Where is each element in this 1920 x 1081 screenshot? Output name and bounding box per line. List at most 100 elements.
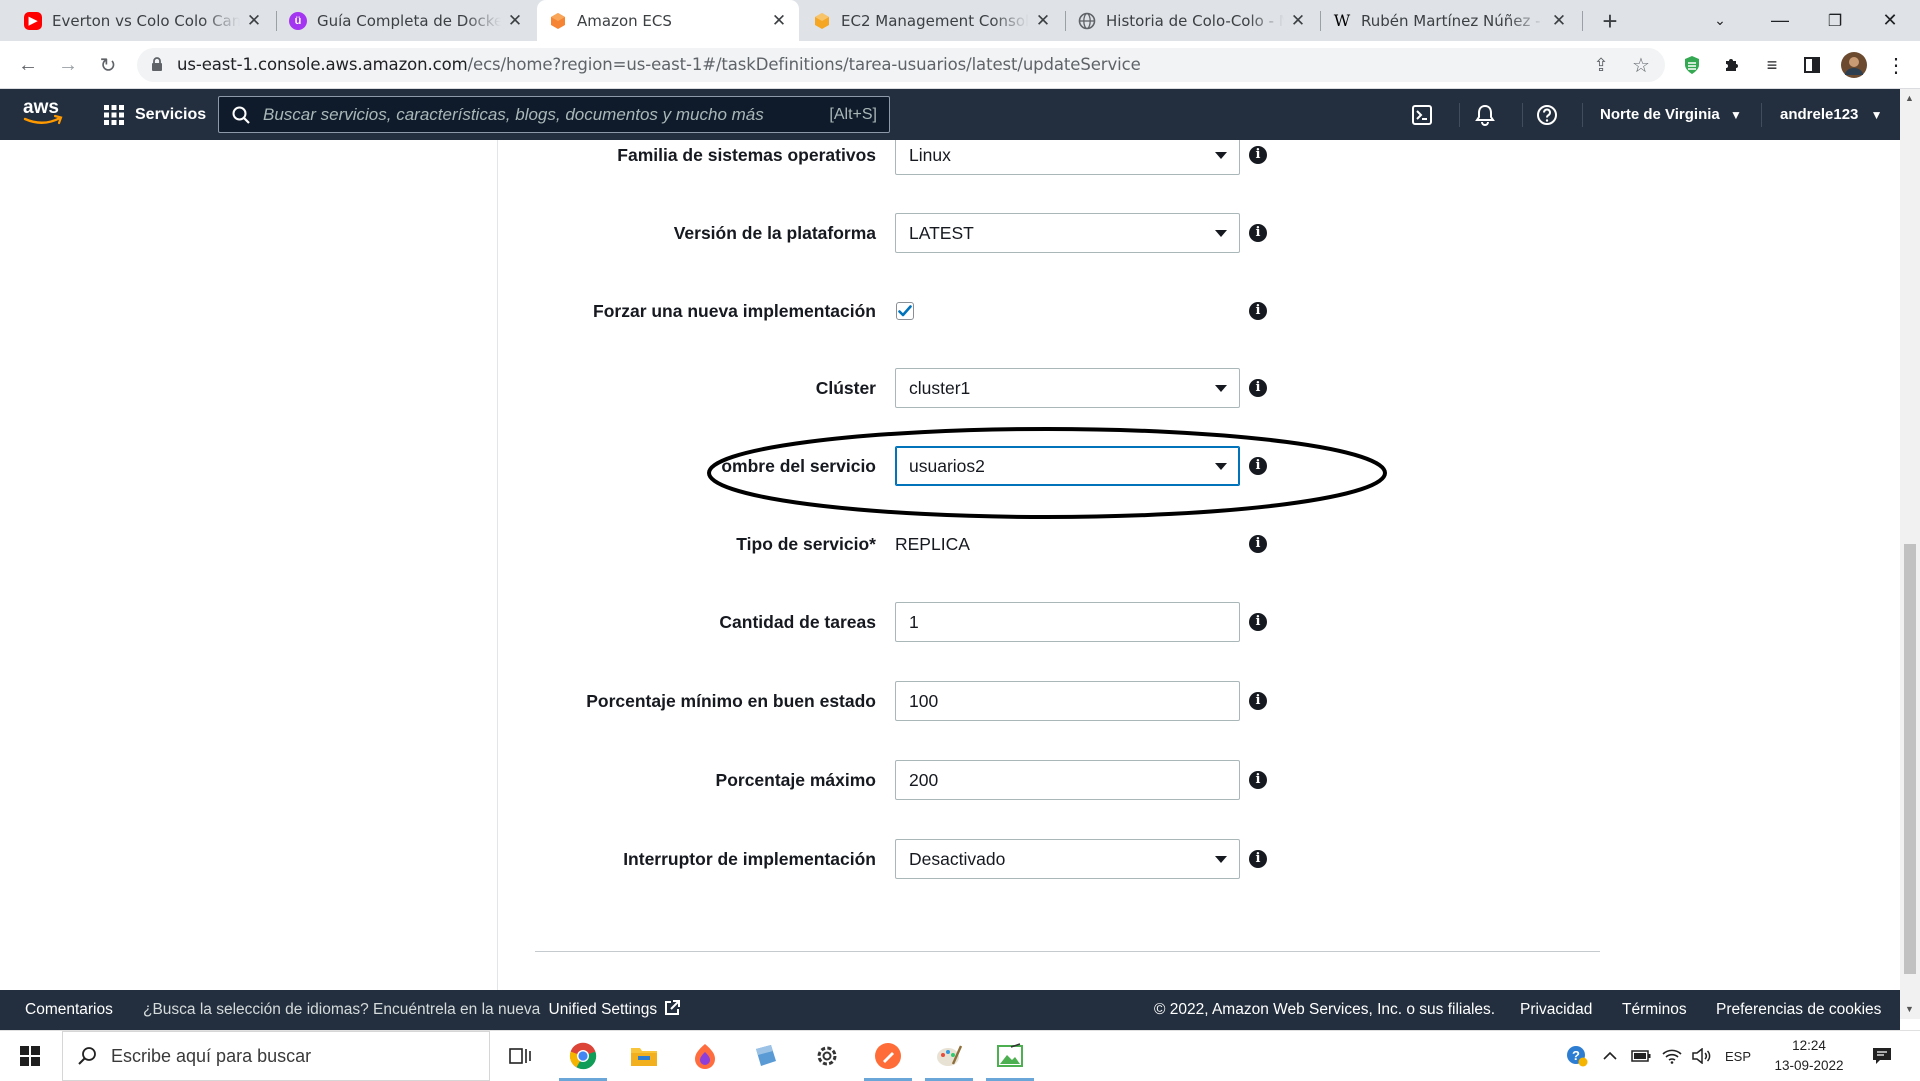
back-icon[interactable]: ← bbox=[12, 49, 44, 81]
profile-avatar[interactable] bbox=[1838, 49, 1870, 81]
lock-icon bbox=[151, 56, 163, 72]
windows-start-icon[interactable] bbox=[0, 1031, 60, 1081]
bookmark-star-icon[interactable]: ☆ bbox=[1625, 49, 1657, 81]
terms-link[interactable]: Términos bbox=[1622, 990, 1687, 1030]
form-row-force-deployment: Forzar una nueva implementación i bbox=[0, 291, 1900, 331]
close-tab-icon[interactable]: ✕ bbox=[246, 11, 262, 31]
scroll-up-icon[interactable]: ▲ bbox=[1905, 93, 1914, 103]
extensions-puzzle-icon[interactable] bbox=[1716, 49, 1748, 81]
chrome-taskbar-icon[interactable] bbox=[553, 1031, 613, 1081]
privacy-link[interactable]: Privacidad bbox=[1520, 990, 1592, 1030]
browser-tab[interactable]: Historia de Colo-Colo - Me ✕ bbox=[1066, 0, 1318, 41]
postman-icon[interactable] bbox=[858, 1031, 918, 1081]
form-row-task-count: Cantidad de tareas 1 i bbox=[0, 602, 1900, 642]
taskbar-search-box[interactable]: Escribe aquí para buscar bbox=[62, 1031, 490, 1081]
search-icon bbox=[78, 1047, 96, 1065]
notification-center-icon[interactable] bbox=[1862, 1031, 1902, 1081]
cluster-select[interactable]: cluster1 bbox=[895, 368, 1240, 408]
close-tab-icon[interactable]: ✕ bbox=[1551, 11, 1567, 31]
info-icon[interactable]: i bbox=[1249, 146, 1267, 164]
chrome-menu-icon[interactable]: ⋮ bbox=[1880, 49, 1912, 81]
unified-settings-link[interactable]: Unified Settings bbox=[548, 1000, 681, 1018]
restore-icon[interactable]: ❐ bbox=[1805, 0, 1865, 41]
scrollbar-thumb[interactable] bbox=[1904, 544, 1916, 974]
annotation-ellipse bbox=[707, 427, 1387, 519]
cookie-preferences-link[interactable]: Preferencias de cookies bbox=[1716, 990, 1881, 1030]
udemy-icon: ü bbox=[289, 11, 307, 30]
max-percent-input[interactable]: 200 bbox=[895, 760, 1240, 800]
force-deployment-checkbox[interactable] bbox=[896, 302, 914, 320]
service-type-value: REPLICA bbox=[895, 534, 970, 554]
update-service-form-area: Familia de sistemas operativos Linux i V… bbox=[0, 140, 1900, 990]
forward-icon[interactable]: → bbox=[52, 49, 84, 81]
show-hidden-icons-icon[interactable] bbox=[1597, 1031, 1623, 1081]
close-tab-icon[interactable]: ✕ bbox=[507, 11, 523, 31]
firefox-icon[interactable] bbox=[675, 1031, 735, 1081]
language-notice: ¿Busca la selección de idiomas? Encuéntr… bbox=[143, 990, 681, 1030]
close-tab-icon[interactable]: ✕ bbox=[1035, 11, 1051, 31]
info-icon[interactable]: i bbox=[1249, 613, 1267, 631]
caret-down-icon bbox=[1215, 152, 1227, 159]
caret-down-icon bbox=[1215, 385, 1227, 392]
platform-version-select[interactable]: LATEST bbox=[895, 213, 1240, 253]
windows-taskbar: Escribe aquí para buscar ? ESP 12:24 13-… bbox=[0, 1030, 1920, 1081]
cluster-label: Clúster bbox=[815, 378, 876, 398]
cluster-value: cluster1 bbox=[909, 378, 971, 398]
aws-logo[interactable]: aws bbox=[22, 95, 63, 129]
info-icon[interactable]: i bbox=[1249, 850, 1267, 868]
info-icon[interactable]: i bbox=[1249, 771, 1267, 789]
info-icon[interactable]: i bbox=[1249, 535, 1267, 553]
media-queue-icon[interactable]: ≡ bbox=[1756, 49, 1788, 81]
caret-down-icon bbox=[1215, 230, 1227, 237]
input-language-indicator[interactable]: ESP bbox=[1720, 1031, 1756, 1081]
reload-icon[interactable]: ↻ bbox=[92, 49, 124, 81]
search-shortcut-hint: [Alt+S] bbox=[829, 106, 877, 123]
taskbar-clock[interactable]: 12:24 13-09-2022 bbox=[1764, 1031, 1854, 1081]
info-icon[interactable]: i bbox=[1249, 302, 1267, 320]
cloudshell-icon[interactable] bbox=[1400, 89, 1444, 140]
volume-icon[interactable] bbox=[1688, 1031, 1716, 1081]
help-tray-icon[interactable]: ? bbox=[1562, 1031, 1592, 1081]
scroll-down-icon[interactable]: ▼ bbox=[1905, 1004, 1914, 1014]
browser-tab[interactable]: ü Guía Completa de Docker & ✕ bbox=[277, 0, 535, 41]
os-family-select[interactable]: Linux bbox=[895, 140, 1240, 175]
browser-tab-active[interactable]: Amazon ECS ✕ bbox=[537, 0, 799, 41]
paint-icon[interactable] bbox=[919, 1031, 979, 1081]
new-tab-icon[interactable]: + bbox=[1595, 6, 1625, 36]
address-bar[interactable]: us-east-1.console.aws.amazon.com/ecs/hom… bbox=[137, 48, 1665, 82]
region-selector[interactable]: Norte de Virginia ▼ bbox=[1600, 89, 1742, 141]
close-tab-icon[interactable]: ✕ bbox=[771, 11, 787, 31]
close-window-icon[interactable]: ✕ bbox=[1860, 0, 1920, 41]
file-explorer-icon[interactable] bbox=[614, 1031, 674, 1081]
services-menu-button[interactable]: Servicios bbox=[104, 89, 206, 140]
browser-tab[interactable]: EC2 Management Console ✕ bbox=[801, 0, 1063, 41]
settings-gear-icon[interactable] bbox=[797, 1031, 857, 1081]
wifi-icon[interactable] bbox=[1658, 1031, 1686, 1081]
browser-tab[interactable]: ▶ Everton vs Colo Colo Camp ✕ bbox=[12, 0, 274, 41]
image-viewer-icon[interactable] bbox=[980, 1031, 1040, 1081]
min-healthy-input[interactable]: 100 bbox=[895, 681, 1240, 721]
close-tab-icon[interactable]: ✕ bbox=[1290, 11, 1306, 31]
unified-settings-label: Unified Settings bbox=[548, 1001, 658, 1018]
max-percent-value: 200 bbox=[909, 770, 939, 790]
help-icon[interactable] bbox=[1525, 89, 1569, 140]
info-icon[interactable]: i bbox=[1249, 224, 1267, 242]
feedback-link[interactable]: Comentarios bbox=[25, 990, 113, 1030]
minimize-icon[interactable]: — bbox=[1750, 0, 1810, 41]
aws-search-input[interactable]: Buscar servicios, características, blogs… bbox=[218, 96, 890, 133]
side-panel-icon[interactable] bbox=[1796, 49, 1828, 81]
info-icon[interactable]: i bbox=[1249, 379, 1267, 397]
virtualbox-icon[interactable] bbox=[736, 1031, 796, 1081]
browser-tab[interactable]: W Rubén Martínez Núñez - W ✕ bbox=[1321, 0, 1579, 41]
account-menu[interactable]: andrele123 ▼ bbox=[1780, 89, 1882, 141]
circuit-breaker-select[interactable]: Desactivado bbox=[895, 839, 1240, 879]
info-icon[interactable]: i bbox=[1249, 692, 1267, 710]
battery-icon[interactable] bbox=[1627, 1031, 1655, 1081]
task-count-input[interactable]: 1 bbox=[895, 602, 1240, 642]
share-icon[interactable]: ⇪ bbox=[1585, 49, 1617, 81]
notifications-bell-icon[interactable] bbox=[1463, 89, 1507, 140]
page-scrollbar[interactable]: ▲ ▼ bbox=[1900, 89, 1920, 1019]
tab-search-icon[interactable]: ⌄ bbox=[1690, 0, 1750, 41]
task-view-icon[interactable] bbox=[490, 1031, 550, 1081]
extension-shield-icon[interactable] bbox=[1676, 49, 1708, 81]
